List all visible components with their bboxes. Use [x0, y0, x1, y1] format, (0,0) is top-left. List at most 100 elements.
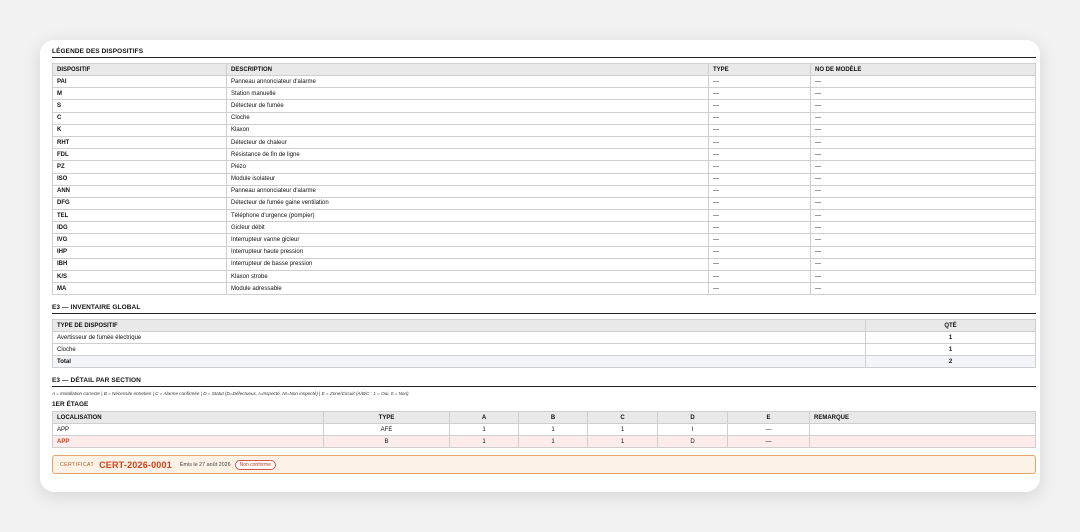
inventory-qty: 1: [865, 343, 1036, 357]
detail-d: D: [657, 435, 728, 449]
device-model: —: [810, 172, 1036, 186]
legend-header-device: DISPOSITIF: [52, 63, 227, 76]
device-description: Gicleur débit: [226, 221, 709, 235]
table-row: PAI Panneau annonciateur d'alarme — —: [52, 74, 1036, 89]
device-code: TEL: [52, 209, 227, 223]
table-row: S Détecteur de fumée — —: [52, 99, 1036, 113]
detail-type: B: [323, 435, 450, 449]
detail-e: —: [727, 435, 810, 449]
detail-header-b: B: [518, 411, 588, 425]
device-type: —: [708, 196, 811, 211]
table-row: MA Module adressable — —: [52, 282, 1036, 296]
document-sheet: LÉGENDE DES DISPOSITIFS DISPOSITIF DESCR…: [40, 40, 1040, 492]
device-model: —: [810, 257, 1036, 272]
device-model: —: [810, 148, 1036, 162]
detail-b: 1: [518, 423, 588, 437]
device-type: —: [708, 123, 811, 137]
device-type: —: [708, 233, 811, 247]
detail-header-d: D: [657, 411, 728, 425]
table-row: C Cloche — —: [52, 111, 1036, 125]
detail-header-row: LOCALISATION TYPE A B C D E REMARQUE: [52, 411, 1036, 425]
device-type: —: [708, 148, 811, 162]
device-type: —: [708, 221, 811, 235]
detail-header-location: LOCALISATION: [52, 411, 324, 425]
certificate-issued-date: Émis le 27 août 2026: [179, 461, 231, 468]
legend-header-model: NO DE MODÈLE: [810, 63, 1036, 76]
document-content: LÉGENDE DES DISPOSITIFS DISPOSITIF DESCR…: [52, 40, 1036, 475]
table-row: K/S Klaxon strobe — —: [52, 269, 1036, 284]
legend-body: PAI Panneau annonciateur d'alarme — — M Stati…: [52, 74, 1036, 296]
certificate-label: CERTIFICAT: [60, 461, 95, 468]
table-row: FDL Résistance de fin de ligne — —: [52, 148, 1036, 162]
device-description: Panneau annonciateur d'alarme: [226, 74, 709, 89]
table-row: IDG Gicleur débit — —: [52, 221, 1036, 235]
device-model: —: [810, 135, 1036, 150]
device-code: K: [52, 123, 227, 137]
table-row: Cloche 1: [52, 343, 1036, 357]
device-code: K/S: [52, 269, 227, 284]
device-code: PZ: [52, 160, 227, 174]
table-row: TEL Téléphone d'urgence (pompier) — —: [52, 209, 1036, 223]
device-model: —: [810, 282, 1036, 296]
device-type: —: [708, 87, 811, 101]
device-type: —: [708, 74, 811, 89]
detail-c: 1: [587, 435, 658, 449]
device-description: Piézo: [226, 160, 709, 174]
certificate-number: CERT-2026-0001: [99, 459, 172, 470]
device-description: Détecteur de chaleur: [226, 135, 709, 150]
device-description: Module adressable: [226, 282, 709, 296]
device-type: —: [708, 111, 811, 125]
detail-c: 1: [587, 423, 658, 437]
inventory-title: E3 — INVENTAIRE GLOBAL: [52, 304, 1036, 315]
detail-body: APP AFE 1 1 1 I — APP B 1 1 1 D —: [52, 423, 1036, 449]
device-type: —: [708, 160, 811, 174]
detail-remark: [809, 423, 1036, 437]
device-description: Interrupteur haute pression: [226, 245, 709, 259]
device-model: —: [810, 209, 1036, 223]
detail-a: 1: [449, 435, 519, 449]
detail-d: I: [657, 423, 728, 437]
device-model: —: [810, 74, 1036, 89]
table-row: ANN Panneau annonciateur d'alarme — —: [52, 184, 1036, 198]
table-row: ISO Module isolateur — —: [52, 172, 1036, 186]
device-description: Téléphone d'urgence (pompier): [226, 209, 709, 223]
inventory-header-type: TYPE DE DISPOSITIF: [52, 319, 866, 333]
table-row: APP AFE 1 1 1 I —: [52, 423, 1036, 437]
device-code: FDL: [52, 148, 227, 162]
legend-header-type: TYPE: [708, 63, 811, 76]
inventory-qty: 1: [865, 331, 1036, 345]
inventory-header-row: TYPE DE DISPOSITIF QTÉ: [52, 319, 1036, 333]
device-description: Klaxon strobe: [226, 269, 709, 284]
legend-header-row: DISPOSITIF DESCRIPTION TYPE NO DE MODÈLE: [52, 63, 1036, 76]
device-type: —: [708, 282, 811, 296]
detail-header-a: A: [449, 411, 519, 425]
device-model: —: [810, 123, 1036, 137]
inventory-total-row: Total 2: [52, 355, 1036, 369]
detail-legend-text: A = Installation correcte | B = Nécessit…: [52, 391, 409, 397]
inventory-total-qty: 2: [865, 355, 1036, 369]
inventory-header-qty: QTÉ: [865, 319, 1036, 333]
table-row: APP B 1 1 1 D —: [52, 435, 1036, 449]
legend-title: LÉGENDE DES DISPOSITIFS: [52, 48, 1036, 58]
table-row: IBH Interrupteur de basse pression — —: [52, 257, 1036, 272]
inventory-body: Avertisseur de fumée électrique 1 Cloche 1: [52, 331, 1036, 357]
device-code: RHT: [52, 135, 227, 150]
device-code: IVG: [52, 233, 227, 247]
table-row: IHP Interrupteur haute pression — —: [52, 245, 1036, 259]
device-type: —: [708, 257, 811, 272]
device-code: IHP: [52, 245, 227, 259]
legend-table: DISPOSITIF DESCRIPTION TYPE NO DE MODÈLE…: [52, 63, 1036, 296]
device-type: —: [708, 135, 811, 150]
table-row: RHT Détecteur de chaleur — —: [52, 135, 1036, 150]
device-model: —: [810, 99, 1036, 113]
inventory-device-type: Avertisseur de fumée électrique: [52, 331, 866, 345]
device-model: —: [810, 160, 1036, 174]
device-code: MA: [52, 282, 227, 296]
device-type: —: [708, 172, 811, 186]
device-code: IDG: [52, 221, 227, 235]
device-description: Station manuelle: [226, 87, 709, 101]
device-model: —: [810, 233, 1036, 247]
device-type: —: [708, 184, 811, 198]
detail-header-type: TYPE: [323, 411, 450, 425]
detail-header-c: C: [587, 411, 658, 425]
